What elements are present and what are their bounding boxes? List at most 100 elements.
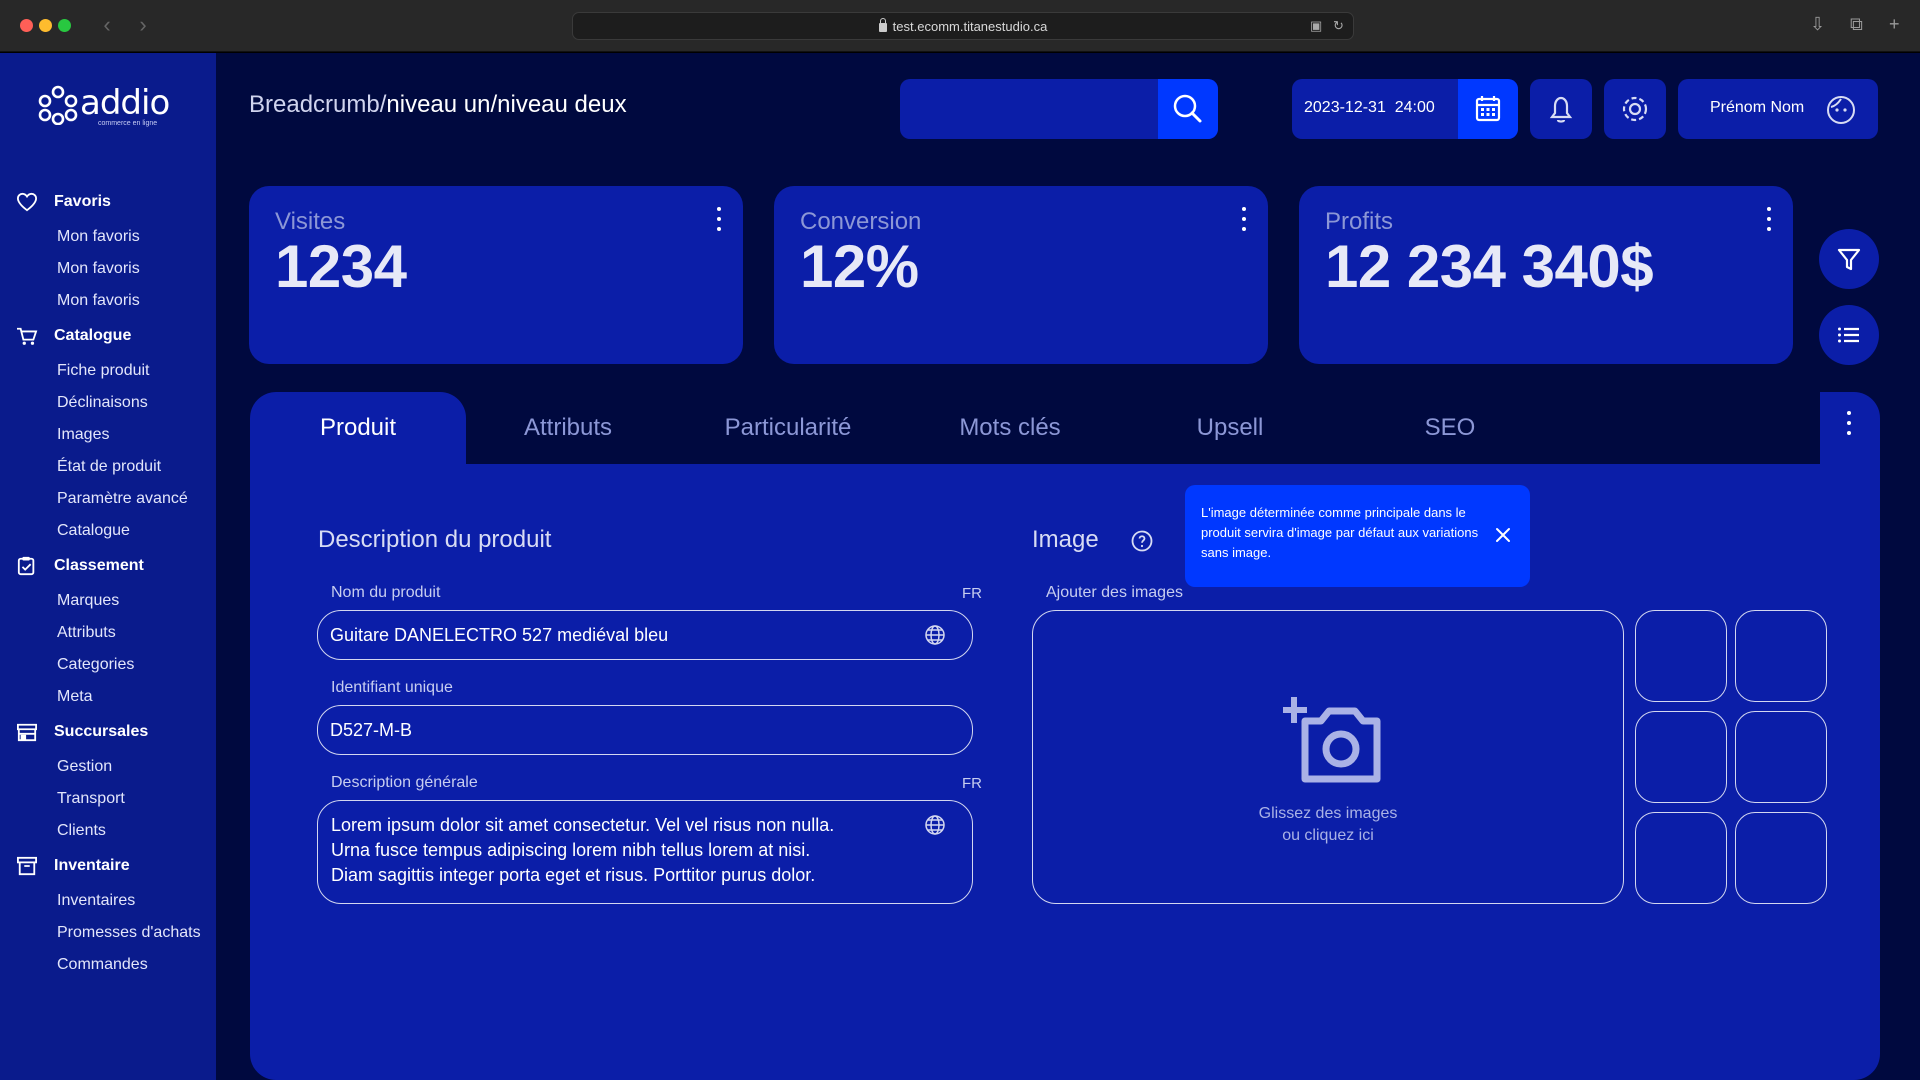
sidebar-item-etat-de-produit[interactable]: État de produit xyxy=(0,451,216,483)
image-thumbnail-slot[interactable] xyxy=(1735,812,1827,904)
archive-icon xyxy=(17,856,37,876)
sidebar-item-declinaisons[interactable]: Déclinaisons xyxy=(0,387,216,419)
address-bar[interactable]: test.ecomm.titanestudio.ca ▣ ↻ xyxy=(572,12,1354,40)
sidebar-item-parametre-avance[interactable]: Paramètre avancé xyxy=(0,483,216,515)
sidebar-item-attributs[interactable]: Attributs xyxy=(0,617,216,649)
sidebar-item-commandes[interactable]: Commandes xyxy=(0,949,216,981)
search-button[interactable] xyxy=(1158,79,1218,139)
sidebar-item-categories[interactable]: Categories xyxy=(0,649,216,681)
sidebar-section-classement[interactable]: Classement xyxy=(0,547,216,585)
sidebar-item-mon-favoris[interactable]: Mon favoris xyxy=(0,285,216,317)
breadcrumb: Breadcrumb/niveau un/niveau deux xyxy=(249,91,627,119)
dropzone-line-2: ou cliquez ici xyxy=(1282,827,1374,844)
sidebar-item-gestion[interactable]: Gestion xyxy=(0,751,216,783)
user-name: Prénom Nom xyxy=(1710,99,1805,116)
sidebar-item-mon-favoris[interactable]: Mon favoris xyxy=(0,253,216,285)
settings-button[interactable] xyxy=(1604,79,1666,139)
sidebar-item-meta[interactable]: Meta xyxy=(0,681,216,713)
image-thumbnail-slot[interactable] xyxy=(1635,812,1727,904)
tab-mots-cles[interactable]: Mots clés xyxy=(900,392,1120,464)
search-input[interactable] xyxy=(900,79,1158,139)
image-thumbnail-slot[interactable] xyxy=(1635,711,1727,803)
filter-button[interactable] xyxy=(1819,229,1879,289)
notifications-button[interactable] xyxy=(1530,79,1592,139)
sidebar-item-catalogue[interactable]: Catalogue xyxy=(0,515,216,547)
translate-icon[interactable]: ▣ xyxy=(1310,18,1322,34)
back-arrow-icon[interactable]: ‹ xyxy=(97,12,117,38)
forward-arrow-icon[interactable]: › xyxy=(133,12,153,38)
logo-tagline: commerce en ligne xyxy=(98,120,158,127)
cart-icon xyxy=(17,327,38,345)
tab-particularite[interactable]: Particularité xyxy=(678,392,898,464)
sidebar-item-images[interactable]: Images xyxy=(0,419,216,451)
close-icon[interactable] xyxy=(1495,527,1511,543)
gear-icon xyxy=(1622,96,1648,122)
calendar-button[interactable] xyxy=(1458,79,1518,139)
globe-icon[interactable] xyxy=(924,624,946,646)
sidebar-section-title: Catalogue xyxy=(54,327,132,344)
tab-produit[interactable]: Produit xyxy=(250,392,466,464)
reload-icon[interactable]: ↻ xyxy=(1333,18,1344,34)
image-thumbnail-slot[interactable] xyxy=(1735,711,1827,803)
sidebar-section-succursales[interactable]: Succursales xyxy=(0,713,216,751)
date-value: 2023-12-31 xyxy=(1304,99,1386,116)
sidebar-item-inventaires[interactable]: Inventaires xyxy=(0,885,216,917)
image-dropzone[interactable]: Glissez des images ou cliquez ici xyxy=(1032,610,1624,904)
general-description-field[interactable]: Lorem ipsum dolor sit amet consectetur. … xyxy=(317,800,973,904)
sidebar-item-transport[interactable]: Transport xyxy=(0,783,216,815)
new-tab-icon[interactable]: + xyxy=(1889,14,1900,35)
description-line: Urna fusce tempus adipiscing lorem nibh … xyxy=(331,840,811,860)
unique-id-value: D527-M-B xyxy=(330,720,413,740)
globe-icon[interactable] xyxy=(924,814,946,836)
breadcrumb-level-2: niveau deux xyxy=(497,91,627,118)
sidebar: addio commerce en ligne Favoris Mon favo… xyxy=(0,53,216,1080)
stat-card-visites: Visites 1234 xyxy=(249,186,743,364)
search-icon xyxy=(1173,94,1202,123)
close-window-button[interactable] xyxy=(20,19,33,32)
image-tooltip: L'image déterminée comme principale dans… xyxy=(1185,485,1530,587)
sidebar-item-promesses-dachats[interactable]: Promesses d'achats xyxy=(0,917,216,949)
tab-upsell[interactable]: Upsell xyxy=(1130,392,1330,464)
tab-attributs[interactable]: Attributs xyxy=(468,392,668,464)
tabs-overview-icon[interactable]: ⧉ xyxy=(1850,14,1863,35)
product-name-field[interactable]: Guitare DANELECTRO 527 mediéval bleu xyxy=(317,610,973,660)
maximize-window-button[interactable] xyxy=(58,19,71,32)
heart-icon xyxy=(16,192,38,212)
sidebar-item-marques[interactable]: Marques xyxy=(0,585,216,617)
unique-id-field[interactable]: D527-M-B xyxy=(317,705,973,755)
more-options-icon[interactable] xyxy=(1845,408,1853,438)
sidebar-section-catalogue[interactable]: Catalogue xyxy=(0,317,216,355)
date-picker[interactable]: 2023-12-31 24:00 xyxy=(1292,79,1518,139)
bell-icon xyxy=(1549,96,1573,123)
sidebar-item-mon-favoris[interactable]: Mon favoris xyxy=(0,221,216,253)
tab-seo[interactable]: SEO xyxy=(1350,392,1550,464)
tooltip-text: L'image déterminée comme principale dans… xyxy=(1201,505,1479,560)
sidebar-section-inventaire[interactable]: Inventaire xyxy=(0,847,216,885)
stat-value: 12% xyxy=(800,233,919,300)
language-badge: FR xyxy=(962,775,982,792)
sidebar-item-clients[interactable]: Clients xyxy=(0,815,216,847)
time-value: 24:00 xyxy=(1394,99,1435,116)
image-thumbnail-slot[interactable] xyxy=(1735,610,1827,702)
logo[interactable]: addio commerce en ligne xyxy=(36,83,186,133)
minimize-window-button[interactable] xyxy=(39,19,52,32)
more-options-icon[interactable] xyxy=(715,204,723,234)
logo-mark-icon xyxy=(38,85,78,125)
list-view-button[interactable] xyxy=(1819,305,1879,365)
breadcrumb-level-1[interactable]: niveau un/ xyxy=(386,91,497,118)
user-menu[interactable]: Prénom Nom xyxy=(1678,79,1878,139)
product-name-label: Nom du produit xyxy=(331,584,441,601)
description-line: Lorem ipsum dolor sit amet consectetur. … xyxy=(331,815,835,835)
sidebar-section-favoris[interactable]: Favoris xyxy=(0,183,216,221)
url-text: test.ecomm.titanestudio.ca xyxy=(892,19,1048,34)
image-thumbnail-slot[interactable] xyxy=(1635,610,1727,702)
sidebar-item-fiche-produit[interactable]: Fiche produit xyxy=(0,355,216,387)
help-icon[interactable] xyxy=(1130,529,1154,553)
breadcrumb-root[interactable]: Breadcrumb/ xyxy=(249,91,386,118)
add-photo-icon xyxy=(1283,697,1381,783)
list-icon xyxy=(1838,327,1859,343)
sidebar-section-title: Classement xyxy=(54,557,144,574)
more-options-icon[interactable] xyxy=(1765,204,1773,234)
more-options-icon[interactable] xyxy=(1240,204,1248,234)
download-icon[interactable]: ⇩ xyxy=(1810,14,1825,35)
